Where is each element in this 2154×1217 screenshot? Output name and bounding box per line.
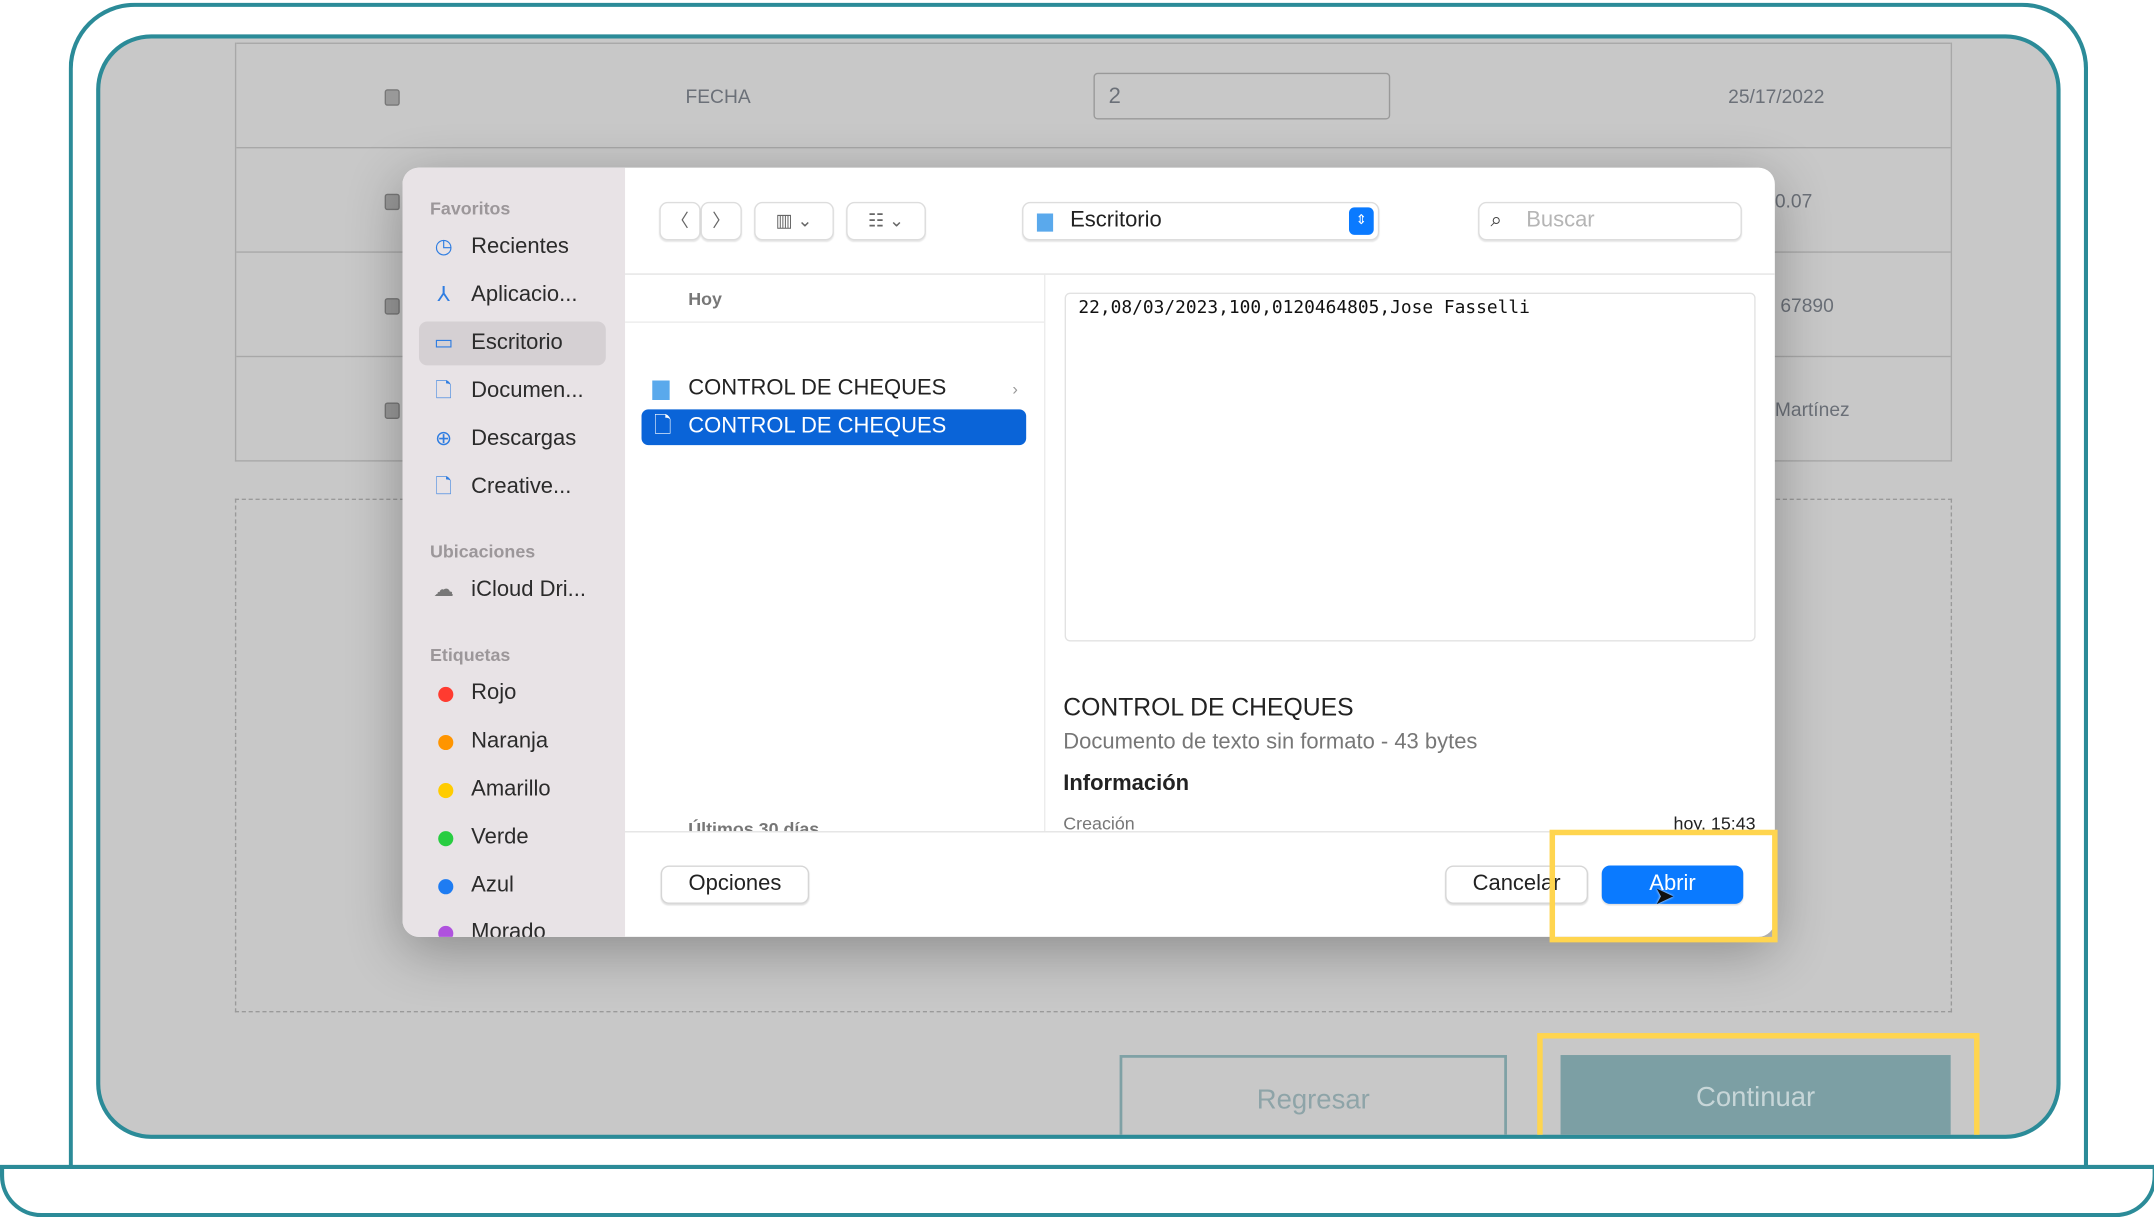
checkbox[interactable] (384, 402, 400, 419)
location-popup[interactable]: ▆ Escritorio ⇕ (1022, 201, 1380, 241)
checkbox[interactable] (384, 193, 400, 211)
tag-rojo[interactable]: Rojo (419, 672, 606, 716)
section-30-days: Últimos 30 días (688, 818, 820, 832)
sidebar-item-label: Aplicacio... (471, 282, 578, 307)
location-label: Escritorio (1070, 208, 1162, 233)
created-label: Creación (1063, 813, 1135, 830)
preview-text: 22,08/03/2023,100,0120464805,Jose Fassel… (1064, 292, 1756, 642)
folder-icon: ▆ (1037, 208, 1054, 233)
sidebar-item-label: Escritorio (471, 331, 563, 355)
sidebar-item-label: Documen... (471, 379, 584, 403)
back-button[interactable]: Regresar (1119, 1055, 1507, 1135)
sidebar-item-escritorio[interactable]: ▭ Escritorio (418, 321, 606, 366)
list-item-file-selected[interactable]: 🗋 CONTROL DE CHEQUES (641, 409, 1027, 446)
stage: FECHA 2 25/17/2022 0.07 67890 Martínez Reg… (0, 0, 2154, 1217)
apps-icon: ⅄ (437, 282, 451, 307)
row-label: FECHA (685, 85, 751, 108)
laptop-base (0, 1164, 2154, 1217)
group-button[interactable]: ☷ ⌄ (846, 201, 926, 241)
back-nav-button[interactable]: 〈 (659, 201, 701, 241)
blue-dot-icon (438, 879, 454, 895)
created-value: hoy, 15:43 (1673, 813, 1756, 830)
forward-nav-button[interactable]: 〉 (700, 201, 742, 241)
sidebar-item-label: Creative... (471, 475, 572, 499)
sidebar-item-documentos[interactable]: 🗋 Documen... (419, 370, 606, 414)
checkbox[interactable] (384, 298, 400, 315)
row-value: 25/17/2022 (1728, 85, 1825, 108)
options-button[interactable]: Opciones (660, 865, 810, 904)
tag-label: Verde (471, 825, 529, 849)
folder-icon: ▆ (652, 376, 670, 400)
preview-subtitle: Documento de texto sin formato - 43 byte… (1063, 730, 1478, 755)
preview-title: CONTROL DE CHEQUES (1063, 693, 1354, 722)
red-dot-icon (438, 686, 454, 702)
columns-icon: ▥ ⌄ (775, 210, 813, 231)
chevron-right-icon: 〉 (712, 210, 731, 231)
divider (625, 321, 1045, 323)
tag-verde[interactable]: Verde (419, 816, 606, 860)
chevron-right-icon: › (1012, 379, 1018, 399)
sidebar-item-recientes[interactable]: ◷ Recientes (419, 225, 606, 269)
orange-dot-icon (438, 734, 454, 751)
list-item-folder[interactable]: ▆ CONTROL DE CHEQUES › (642, 371, 1027, 407)
desktop-icon: ▭ (433, 331, 454, 355)
row-value: 0.07 (1774, 189, 1813, 212)
sidebar-item-label: Recientes (471, 234, 569, 259)
tag-label: Morado (471, 920, 546, 937)
tag-amarillo[interactable]: Amarillo (419, 768, 606, 812)
open-file-dialog: Favoritos ◷ Recientes ⅄ Aplicacio... ▭ Escr… (402, 167, 1775, 937)
view-mode-button[interactable]: ▥ ⌄ (754, 201, 834, 241)
search-icon: ⌕ (1490, 208, 1503, 233)
purple-dot-icon (438, 925, 454, 937)
search-input[interactable]: ⌕ Buscar (1478, 201, 1742, 241)
text-file-icon: 🗋 (653, 414, 672, 439)
section-today: Hoy (688, 288, 722, 310)
tag-label: Naranja (471, 729, 549, 753)
tags-header: Etiquetas (429, 644, 511, 665)
locations-header: Ubicaciones (429, 541, 536, 562)
item-name: CONTROL DE CHEQUES (688, 414, 947, 439)
checkbox[interactable] (384, 89, 400, 106)
grid-icon: ☷ ⌄ (868, 210, 905, 231)
sidebar: Favoritos ◷ Recientes ⅄ Aplicacio... ▭ Escr… (402, 167, 626, 937)
chevron-left-icon: 〈 (671, 210, 689, 231)
tag-label: Rojo (471, 681, 517, 705)
table-row: FECHA 2 25/17/2022 (236, 42, 1951, 147)
search-placeholder: Buscar (1526, 208, 1595, 233)
sidebar-item-creative[interactable]: 🗋 Creative... (419, 466, 606, 510)
favorites-header: Favoritos (429, 197, 511, 219)
tag-label: Azul (471, 873, 514, 898)
yellow-dot-icon (438, 783, 454, 799)
tag-naranja[interactable]: Naranja (419, 720, 606, 764)
row-input[interactable]: 2 (1093, 72, 1391, 120)
file-list: Hoy ▆ CONTROL DE CHEQUES › 🗋 CONTROL DE … (625, 274, 1046, 832)
item-name: CONTROL DE CHEQUES (688, 376, 947, 400)
info-header: Información (1063, 772, 1190, 796)
sidebar-item-label: iCloud Dri... (471, 578, 586, 602)
file-icon: 🗋 (435, 475, 452, 499)
tag-azul[interactable]: Azul (419, 864, 606, 908)
cloud-icon: ☁ (433, 578, 455, 602)
highlight-continue (1537, 1033, 1980, 1135)
tag-label: Amarillo (471, 777, 551, 801)
row-value: 67890 (1780, 293, 1834, 316)
green-dot-icon (438, 831, 454, 847)
download-icon: ⊕ (435, 427, 453, 451)
document-icon: 🗋 (435, 379, 452, 403)
clock-icon: ◷ (434, 234, 453, 259)
sidebar-item-descargas[interactable]: ⊕ Descargas (419, 418, 606, 462)
sidebar-item-aplicaciones[interactable]: ⅄ Aplicacio... (419, 273, 606, 317)
mouse-cursor-icon: ➤ (1653, 881, 1675, 910)
updown-chevron-icon: ⇕ (1348, 207, 1374, 235)
row-value: Martínez (1774, 398, 1850, 421)
tag-morado[interactable]: Morado (419, 911, 606, 937)
sidebar-item-label: Descargas (471, 427, 577, 451)
sidebar-item-icloud[interactable]: ☁ iCloud Dri... (419, 569, 606, 613)
